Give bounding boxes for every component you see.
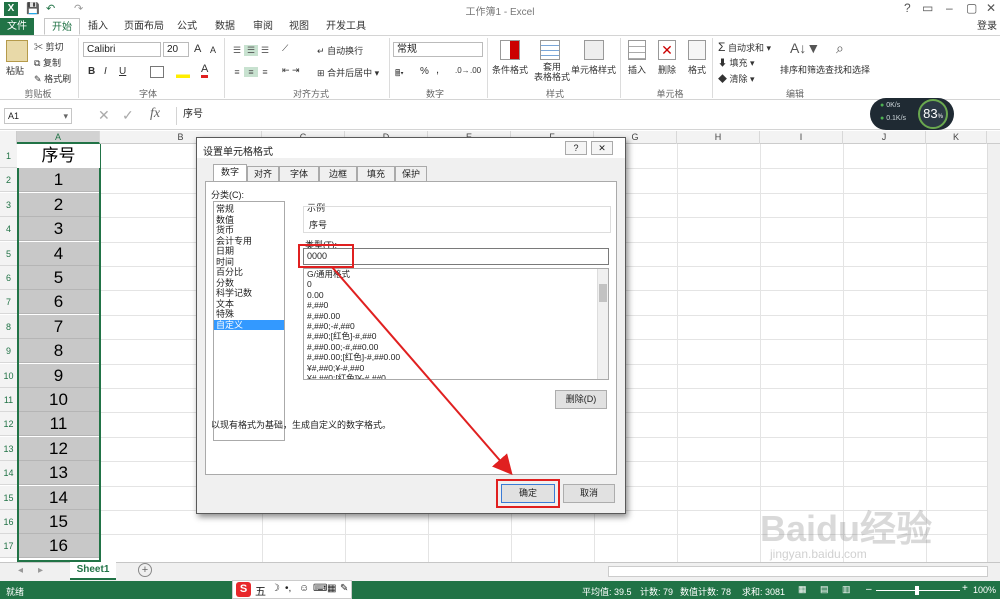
annotation-arrow: [331, 266, 513, 476]
